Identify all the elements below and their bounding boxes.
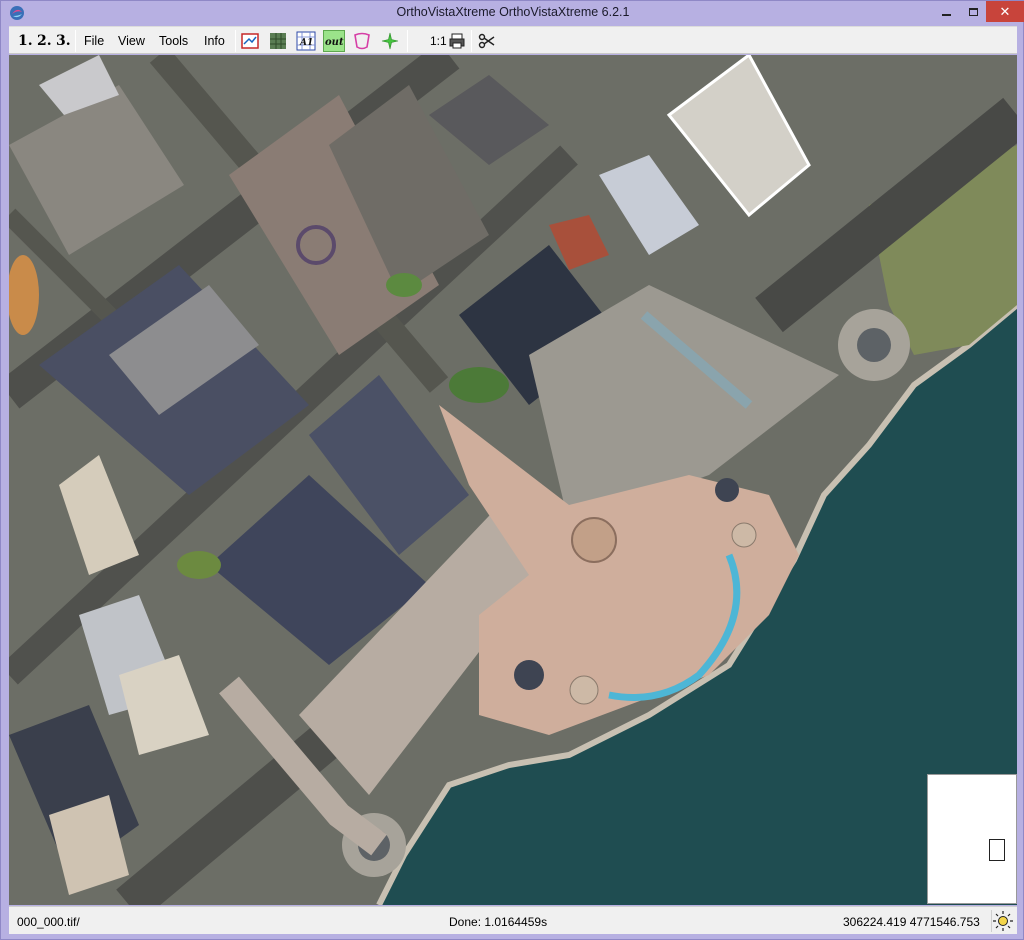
status-done: Done: 1.0164459s bbox=[449, 915, 548, 929]
zoom-ratio-button[interactable]: 1:1 bbox=[430, 34, 447, 48]
maximize-button[interactable] bbox=[960, 1, 986, 22]
viewport-indicator[interactable] bbox=[989, 839, 1005, 861]
toolbar-separator bbox=[235, 30, 236, 52]
printer-icon[interactable] bbox=[446, 30, 468, 52]
orthophoto-map-view[interactable] bbox=[9, 55, 1017, 905]
svg-text:out: out bbox=[325, 37, 344, 48]
close-icon: ✕ bbox=[999, 3, 1011, 19]
image-frame-icon[interactable] bbox=[239, 30, 261, 52]
overview-minimap[interactable] bbox=[927, 774, 1017, 904]
menu-info[interactable]: Info bbox=[204, 34, 225, 48]
window-title: OrthoVistaXtreme OrthoVistaXtreme 6.2.1 bbox=[396, 5, 630, 19]
title-bar[interactable]: OrthoVistaXtreme OrthoVistaXtreme 6.2.1 … bbox=[1, 1, 1024, 25]
sparkle-icon[interactable] bbox=[379, 30, 401, 52]
scissors-icon[interactable] bbox=[476, 30, 498, 52]
a1-text-icon[interactable]: A1 bbox=[295, 30, 317, 52]
step-2-button[interactable]: 2. bbox=[37, 33, 52, 49]
sun-icon[interactable] bbox=[991, 910, 1013, 932]
menu-tools[interactable]: Tools bbox=[159, 34, 188, 48]
status-bar: 000_000.tif/ Done: 1.0164459s 306224.419… bbox=[9, 906, 1017, 934]
step-3-button[interactable]: 3. bbox=[56, 33, 71, 49]
out-icon[interactable]: out bbox=[323, 30, 345, 52]
status-coordinates: 306224.419 4771546.753 bbox=[843, 915, 980, 929]
status-file: 000_000.tif/ bbox=[17, 915, 80, 929]
menu-file[interactable]: File bbox=[84, 34, 104, 48]
toolbar-separator bbox=[471, 30, 472, 52]
seamline-icon[interactable] bbox=[351, 30, 373, 52]
maximize-icon bbox=[968, 7, 978, 16]
minimize-icon bbox=[941, 13, 951, 16]
menu-toolbar: 1. 2. 3. File View Tools Info A1 out 1:1 bbox=[9, 26, 1017, 54]
mosaic-grid-icon[interactable] bbox=[267, 30, 289, 52]
close-button[interactable]: ✕ bbox=[986, 1, 1024, 22]
menu-view[interactable]: View bbox=[118, 34, 145, 48]
aerial-orthophoto-view bbox=[9, 55, 1017, 905]
app-window: OrthoVistaXtreme OrthoVistaXtreme 6.2.1 … bbox=[0, 0, 1024, 940]
minimize-button[interactable] bbox=[932, 1, 960, 22]
step-1-button[interactable]: 1. bbox=[18, 33, 33, 49]
toolbar-separator bbox=[75, 30, 76, 52]
toolbar-separator bbox=[407, 30, 408, 52]
svg-text:A1: A1 bbox=[299, 38, 313, 48]
